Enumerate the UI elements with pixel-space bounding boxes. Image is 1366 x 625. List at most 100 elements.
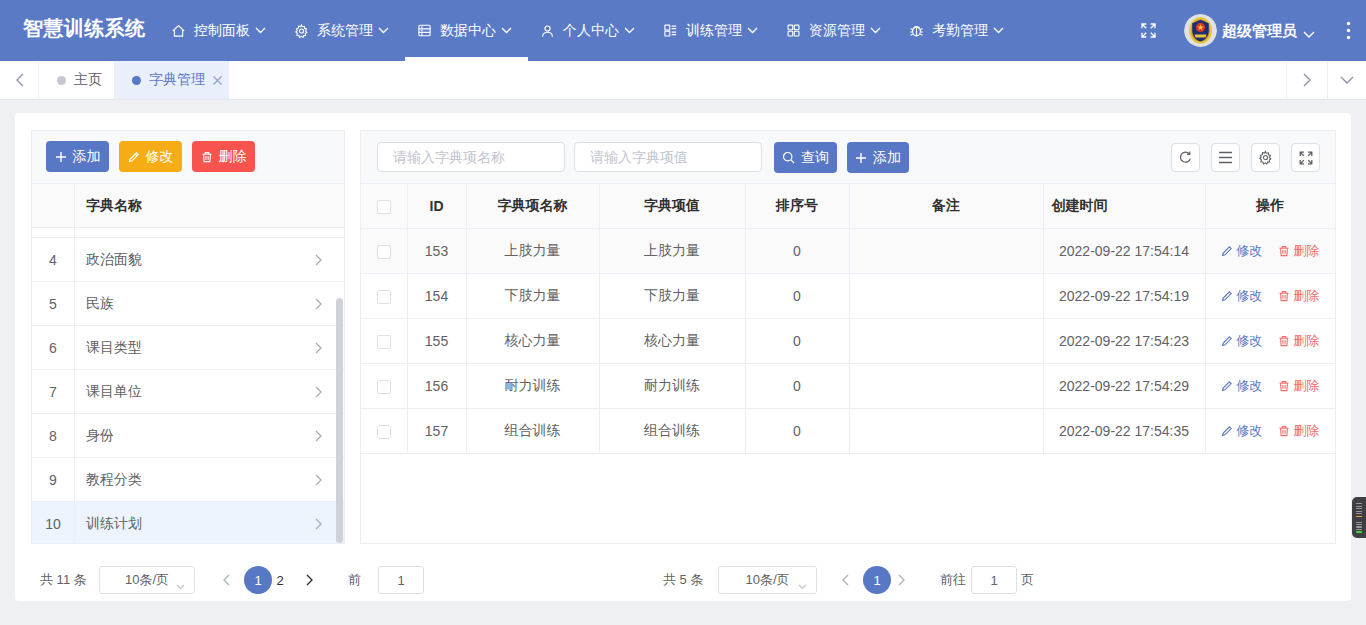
avatar[interactable] xyxy=(1184,14,1217,47)
chevron-down-icon xyxy=(798,578,807,593)
cell-id: 154 xyxy=(407,273,466,318)
pencil-icon xyxy=(1221,380,1233,392)
nav-item-attendance-mgmt[interactable]: 考勤管理 xyxy=(897,0,1020,61)
row-checkbox[interactable] xyxy=(377,425,391,439)
select-all-checkbox[interactable] xyxy=(377,200,391,214)
cell-sort: 0 xyxy=(745,363,849,408)
dictionary-row[interactable]: 6 课目类型 xyxy=(32,326,344,370)
right-prev-page-button[interactable] xyxy=(838,566,852,594)
refresh-button[interactable] xyxy=(1171,143,1200,172)
row-checkbox[interactable] xyxy=(377,335,391,349)
tab-home[interactable]: 主页 xyxy=(40,61,115,99)
trash-icon xyxy=(1278,290,1290,302)
nav-item-personal-center[interactable]: 个人中心 xyxy=(528,0,651,61)
delete-row-link[interactable]: 删除 xyxy=(1278,422,1319,440)
dictionary-row[interactable]: 7 课目单位 xyxy=(32,370,344,414)
close-icon[interactable] xyxy=(212,75,223,86)
chevron-down-icon xyxy=(624,27,635,34)
dictionary-row[interactable]: 5 民族 xyxy=(32,282,344,326)
row-checkbox[interactable] xyxy=(377,245,391,259)
nav-item-control-panel[interactable]: 控制面板 xyxy=(159,0,282,61)
cell-id: 153 xyxy=(407,228,466,273)
right-page-1-button[interactable]: 1 xyxy=(863,566,891,594)
dictionary-row[interactable]: 4 政治面貌 xyxy=(32,238,344,282)
nav-item-training-mgmt[interactable]: 训练管理 xyxy=(651,0,774,61)
item-name-input[interactable] xyxy=(377,142,565,172)
cell-name: 耐力训练 xyxy=(466,363,599,408)
edit-dictionary-button[interactable]: 修改 xyxy=(119,141,182,172)
chevron-down-icon xyxy=(747,27,758,34)
minimap-line xyxy=(1356,506,1362,507)
delete-row-link[interactable]: 删除 xyxy=(1278,287,1319,305)
fullscreen-icon[interactable] xyxy=(1140,22,1157,39)
right-jump-page-input[interactable] xyxy=(971,566,1017,594)
clock-icon xyxy=(909,23,924,39)
dictionary-items-panel: 查询 添加 xyxy=(360,130,1336,544)
column-header-value: 字典项值 xyxy=(599,184,745,228)
edit-row-link[interactable]: 修改 xyxy=(1221,422,1262,440)
minimap-line xyxy=(1356,513,1362,514)
dictionary-row-selected[interactable]: 10 训练计划 xyxy=(32,502,344,544)
tab-dict-management[interactable]: 字典管理 xyxy=(115,61,229,99)
delete-row-link[interactable]: 删除 xyxy=(1278,242,1319,260)
more-menu-icon[interactable] xyxy=(1346,21,1351,43)
edit-row-link[interactable]: 修改 xyxy=(1221,377,1262,395)
add-dictionary-button[interactable]: 添加 xyxy=(46,141,109,172)
column-header-sort: 排序号 xyxy=(745,184,849,228)
edit-row-link[interactable]: 修改 xyxy=(1221,242,1262,260)
nav-item-resource-mgmt[interactable]: 资源管理 xyxy=(774,0,897,61)
left-page-1-button[interactable]: 1 xyxy=(244,566,272,594)
list-scrollbar-thumb[interactable] xyxy=(336,298,343,543)
left-jump-page-input[interactable] xyxy=(378,566,424,594)
tab-dot xyxy=(57,76,66,85)
nav-item-label: 个人中心 xyxy=(563,22,619,40)
row-checkbox[interactable] xyxy=(377,380,391,394)
cell-value: 下肢力量 xyxy=(599,273,745,318)
delete-row-link[interactable]: 删除 xyxy=(1278,332,1319,350)
tabs-scroll-right-button[interactable] xyxy=(1286,61,1327,99)
chevron-down-icon[interactable] xyxy=(1303,26,1315,42)
cell-ops: 修改 删除 xyxy=(1205,408,1335,453)
tabs-scroll-left-button[interactable] xyxy=(0,61,39,99)
scroll-minimap-widget[interactable] xyxy=(1352,497,1366,538)
nav-item-system-mgmt[interactable]: 系统管理 xyxy=(282,0,405,61)
left-page-2-button[interactable]: 2 xyxy=(272,566,288,594)
left-page-size-select[interactable]: 10条/页 xyxy=(99,566,195,594)
cell-created: 2022-09-22 17:54:19 xyxy=(1043,273,1205,318)
cell-ops: 修改 删除 xyxy=(1205,228,1335,273)
row-checkbox[interactable] xyxy=(377,290,391,304)
left-next-page-button[interactable] xyxy=(303,566,317,594)
tab-dot xyxy=(132,76,141,85)
top-navbar: 智慧训练系统 控制面板 系统管理 xyxy=(0,0,1366,61)
main-content-card: 添加 修改 删除 字典名称 4 政 xyxy=(15,113,1351,601)
edit-row-link[interactable]: 修改 xyxy=(1221,287,1262,305)
delete-row-link[interactable]: 删除 xyxy=(1278,377,1319,395)
cell-remark xyxy=(849,273,1043,318)
chevron-right-icon xyxy=(315,298,322,310)
cell-created: 2022-09-22 17:54:29 xyxy=(1043,363,1205,408)
right-page-size-select[interactable]: 10条/页 xyxy=(718,566,817,594)
dictionary-row[interactable]: 9 教程分类 xyxy=(32,458,344,502)
right-jump-suffix: 页 xyxy=(1021,566,1034,594)
cell-name: 核心力量 xyxy=(466,318,599,363)
column-header-remark: 备注 xyxy=(849,184,1043,228)
nav-item-data-center[interactable]: 数据中心 xyxy=(405,0,528,61)
right-next-page-button[interactable] xyxy=(895,566,909,594)
dictionary-row[interactable]: 8 身份 xyxy=(32,414,344,458)
column-settings-button[interactable] xyxy=(1251,143,1280,172)
column-header-name: 字典项名称 xyxy=(466,184,599,228)
add-item-button[interactable]: 添加 xyxy=(847,142,909,173)
density-menu-button[interactable] xyxy=(1211,143,1240,172)
search-button[interactable]: 查询 xyxy=(774,142,837,173)
delete-dictionary-button[interactable]: 删除 xyxy=(192,141,255,172)
cell-sort: 0 xyxy=(745,273,849,318)
row-name: 民族 xyxy=(75,295,315,313)
table-fullscreen-button[interactable] xyxy=(1291,143,1320,172)
left-prev-page-button[interactable] xyxy=(219,566,233,594)
user-name[interactable]: 超级管理员 xyxy=(1222,0,1297,61)
trash-icon xyxy=(1278,245,1290,257)
tabs-dropdown-button[interactable] xyxy=(1327,61,1366,99)
item-value-input[interactable] xyxy=(574,142,762,172)
row-index: 9 xyxy=(32,458,75,501)
edit-row-link[interactable]: 修改 xyxy=(1221,332,1262,350)
